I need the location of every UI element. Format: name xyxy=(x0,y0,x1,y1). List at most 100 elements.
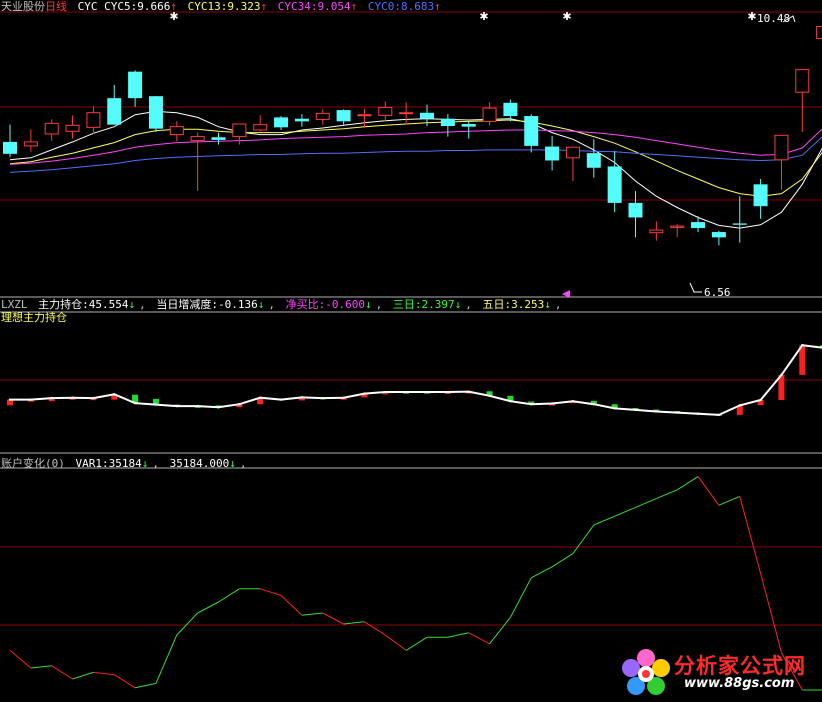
candle-body xyxy=(711,232,726,238)
candle-body xyxy=(545,146,560,161)
candle-4 xyxy=(86,106,101,134)
lxzl-point-11 xyxy=(238,403,241,406)
star-marker-icon: ✱ xyxy=(479,10,488,23)
var1-seg-32 xyxy=(656,489,678,500)
var1-seg-24 xyxy=(489,617,511,645)
ma-line-cyc34 xyxy=(9,128,822,165)
candle-body xyxy=(691,222,706,229)
ma-line-cyc0 xyxy=(9,136,822,173)
candle-body xyxy=(440,118,455,126)
candle-37 xyxy=(774,134,789,190)
var1-seg-37 xyxy=(760,573,782,653)
three-day-label: 三日: xyxy=(392,298,422,311)
lxzl-point-24 xyxy=(509,399,512,403)
grid-lines xyxy=(0,11,822,626)
candle-5 xyxy=(107,84,122,125)
var1-label: VAR1: xyxy=(75,457,109,470)
candle-17 xyxy=(357,108,372,128)
low-pointer-icon xyxy=(689,282,702,293)
lxzl-point-2 xyxy=(50,396,53,400)
candle-23 xyxy=(482,102,497,126)
candle-body xyxy=(232,123,247,138)
var1-seg-15 xyxy=(301,612,323,616)
down-arrow-icon: ↓ xyxy=(454,298,462,311)
lxzl-point-14 xyxy=(300,396,304,399)
var1-seg-1 xyxy=(9,650,32,669)
var1-seg-27 xyxy=(551,553,574,568)
lxzl-point-28 xyxy=(592,403,595,406)
candle-7 xyxy=(148,96,163,132)
lxzl-point-12 xyxy=(259,396,262,399)
cyc5-value: 9.666 xyxy=(137,0,171,13)
candle-body xyxy=(148,96,163,129)
period-label[interactable]: 日线 xyxy=(45,0,67,13)
lxzl-point-29 xyxy=(613,407,616,410)
candle-24 xyxy=(503,99,518,122)
var1-seg-35 xyxy=(718,495,740,506)
candle-27 xyxy=(565,146,580,182)
candle-18 xyxy=(378,101,393,122)
main-position-value: 45.554 xyxy=(88,298,129,311)
lxzl-point-31 xyxy=(655,410,658,413)
candle-6 xyxy=(128,70,143,107)
candle-body xyxy=(315,112,330,120)
kline-chart[interactable]: ✱ ✱ ✱ ✱ 10.48 6.56 xyxy=(0,0,822,702)
candle-19 xyxy=(399,102,414,125)
lxzl-point-5 xyxy=(113,393,116,396)
candle-body xyxy=(65,124,80,132)
lxzl-point-1 xyxy=(29,398,33,401)
var1-seg-10 xyxy=(197,601,219,614)
lxzl-point-0 xyxy=(8,398,12,401)
three-day-value: 2.397 xyxy=(421,298,455,311)
lxzl-point-19 xyxy=(404,390,408,394)
var1-seg-17 xyxy=(343,621,365,625)
lxzl-point-4 xyxy=(92,396,95,400)
down-arrow-icon: ↓ xyxy=(257,298,265,311)
lxzl-point-35 xyxy=(738,404,741,407)
lxzl-point-13 xyxy=(279,398,283,401)
var1-seg-5 xyxy=(93,671,115,676)
ma-line-cyc5 xyxy=(9,110,822,229)
lxzl-point-10 xyxy=(217,406,220,409)
candle-body xyxy=(44,122,59,135)
candle-29 xyxy=(607,151,622,213)
five-day-value: 3.253 xyxy=(511,298,545,311)
candle-body xyxy=(607,166,622,203)
var1-seg-23 xyxy=(468,632,490,645)
var1-seg-34 xyxy=(697,476,720,506)
account-name: 账户变化(0) xyxy=(1,457,65,470)
candle-body xyxy=(3,141,17,154)
lxzl-point-6 xyxy=(133,401,137,405)
ma-line-cyc13 xyxy=(9,119,822,197)
cyc13-value: 9.323 xyxy=(227,0,261,13)
candle-body xyxy=(732,223,747,225)
logo-url: www.88gs.com xyxy=(684,676,795,691)
lxzl-point-32 xyxy=(676,411,679,414)
candle-35 xyxy=(732,196,747,243)
price-candles[interactable] xyxy=(3,26,822,246)
up-arrow-icon: ↑ xyxy=(170,0,177,13)
candle-32 xyxy=(670,224,685,238)
candle-body xyxy=(399,112,414,115)
lxzl-point-9 xyxy=(196,404,199,408)
stock-name: 天业股份 xyxy=(1,0,45,13)
var1-value: 35184 xyxy=(108,457,142,470)
candle-2 xyxy=(44,119,59,141)
cyc34-label: CYC34: xyxy=(277,0,318,13)
var1-seg-3 xyxy=(51,665,73,680)
candle-body xyxy=(128,71,143,99)
var1-seg-29 xyxy=(593,515,615,526)
price-panel-header: 天业股份日线 CYC CYC5:9.666↑ CYC13:9.323↑ CYC3… xyxy=(1,0,445,13)
candle-30 xyxy=(628,190,643,238)
candle-body xyxy=(628,202,643,218)
lxzl-point-15 xyxy=(321,396,324,400)
candle-body xyxy=(86,112,101,128)
price-ma-lines xyxy=(9,110,822,229)
candle-25 xyxy=(524,114,539,153)
lxzl-point-30 xyxy=(634,408,637,412)
lxzl-point-23 xyxy=(488,394,491,398)
candle-3 xyxy=(65,115,80,139)
candle-21 xyxy=(440,114,455,137)
lxzl-point-16 xyxy=(342,396,345,399)
star-marker-icon: ✱ xyxy=(747,10,756,23)
